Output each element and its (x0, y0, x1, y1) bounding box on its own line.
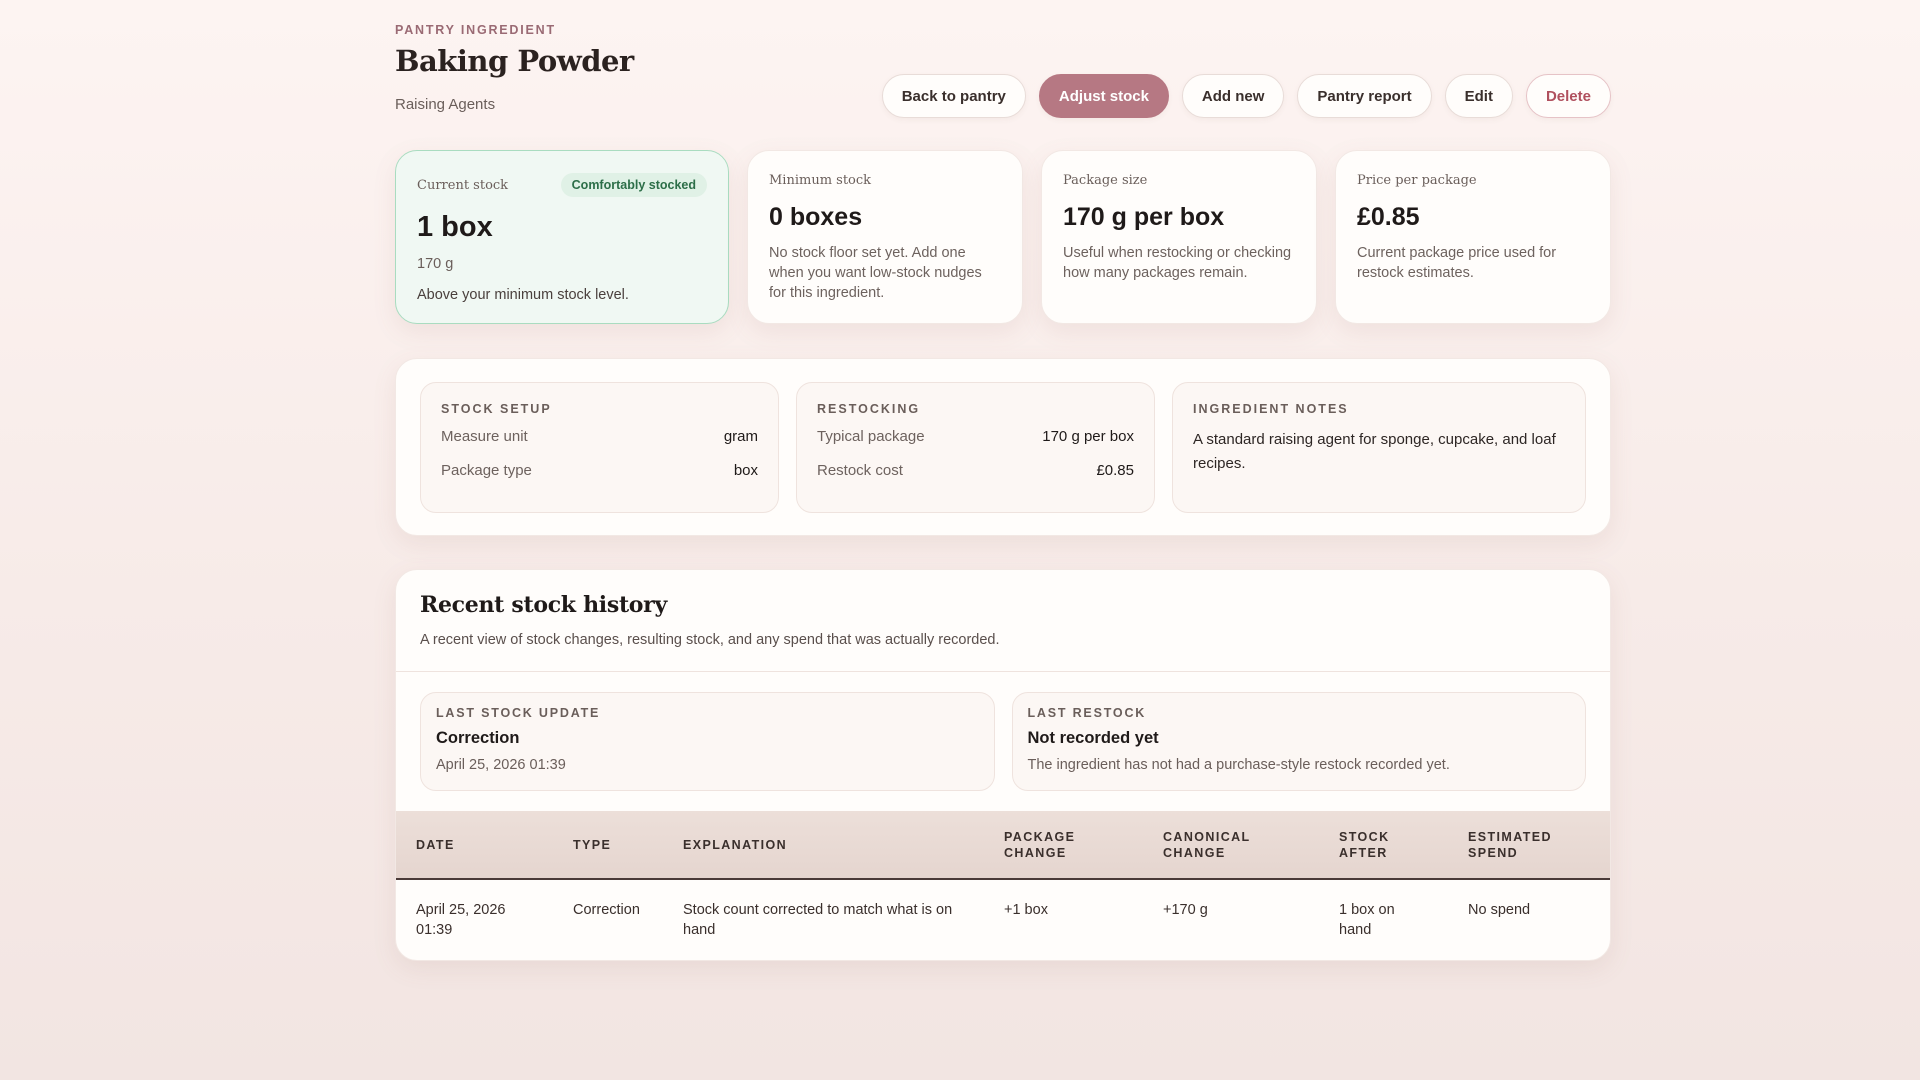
package-size-desc: Useful when restocking or checking how m… (1063, 245, 1292, 281)
package-type-label: Package type (441, 462, 532, 479)
column-header: STOCK AFTER (1319, 811, 1448, 880)
pantry-report-button[interactable]: Pantry report (1297, 74, 1432, 118)
history-summary: LAST STOCK UPDATE Correction April 25, 2… (396, 672, 1610, 811)
ingredient-page: PANTRY INGREDIENT Baking Powder Raising … (395, 0, 1611, 961)
cell-estimated-spend: No spend (1468, 902, 1531, 918)
package-type-value: box (733, 462, 758, 479)
last-restock-label: LAST RESTOCK (1027, 706, 1147, 720)
column-header: PACKAGE CHANGE (984, 811, 1143, 880)
history-title: Recent stock history (420, 592, 667, 618)
last-update-value: Correction (436, 729, 520, 747)
package-size-card: Package size 170 g per box Useful when r… (1041, 150, 1317, 324)
measure-unit-row: Measure unit gram (441, 428, 758, 445)
measure-unit-label: Measure unit (441, 428, 528, 445)
typical-package-label: Typical package (817, 428, 925, 445)
table-row: April 25, 2026 01:39 Correction Stock co… (396, 879, 1610, 940)
cell-date: April 25, 2026 01:39 (416, 902, 506, 938)
history-table: DATE TYPE EXPLANATION PACKAGE CHANGE CAN… (396, 811, 1610, 940)
ingredient-category: Raising Agents (395, 96, 496, 113)
column-header: CANONICAL CHANGE (1143, 811, 1319, 880)
column-header: TYPE (553, 811, 663, 880)
add-new-button[interactable]: Add new (1181, 74, 1285, 118)
column-header: EXPLANATION (663, 811, 984, 880)
current-stock-note: Above your minimum stock level. (417, 287, 629, 303)
price-card: Price per package £0.85 Current package … (1335, 150, 1611, 324)
cell-type: Correction (573, 902, 640, 918)
edit-button[interactable]: Edit (1444, 74, 1513, 118)
section-title: STOCK SETUP (441, 402, 552, 416)
package-size-label: Package size (1063, 173, 1148, 188)
ingredient-notes-text: A standard raising agent for sponge, cup… (1193, 431, 1556, 472)
restock-cost-value: £0.85 (1096, 462, 1134, 479)
stock-status-badge: Comfortably stocked (560, 173, 707, 197)
cell-package-change: +1 box (1004, 902, 1048, 918)
section-title: INGREDIENT NOTES (1193, 402, 1349, 416)
last-update-date: April 25, 2026 01:39 (436, 757, 566, 773)
minimum-stock-desc: No stock floor set yet. Add one when you… (769, 245, 982, 301)
section-title: RESTOCKING (817, 402, 921, 416)
price-label: Price per package (1357, 173, 1477, 188)
last-restock-meta: The ingredient has not had a purchase-st… (1027, 757, 1450, 773)
typical-package-row: Typical package 170 g per box (817, 428, 1134, 445)
package-size-value: 170 g per box (1063, 203, 1225, 231)
page-title: Baking Powder (395, 44, 634, 78)
current-stock-amount: 170 g (417, 256, 454, 272)
restock-cost-row: Restock cost £0.85 (817, 462, 1134, 479)
minimum-stock-value: 0 boxes (769, 203, 863, 231)
cell-stock-after: 1 box on hand (1339, 902, 1395, 938)
history-header: Recent stock history A recent view of st… (396, 570, 1610, 672)
last-update-label: LAST STOCK UPDATE (436, 706, 601, 720)
package-type-row: Package type box (441, 462, 758, 479)
minimum-stock-label: Minimum stock (769, 173, 872, 188)
stock-history-panel: Recent stock history A recent view of st… (395, 569, 1611, 961)
back-to-pantry-button[interactable]: Back to pantry (881, 74, 1026, 118)
table-header-row: DATE TYPE EXPLANATION PACKAGE CHANGE CAN… (396, 811, 1610, 880)
last-restock-card: LAST RESTOCK Not recorded yet The ingred… (1011, 692, 1586, 791)
history-description: A recent view of stock changes, resultin… (420, 632, 1000, 648)
setup-panel: STOCK SETUP Measure unit gram Package ty… (395, 358, 1611, 536)
current-stock-card: Current stock Comfortably stocked 1 box … (395, 150, 729, 324)
stat-cards: Current stock Comfortably stocked 1 box … (395, 150, 1611, 324)
adjust-stock-button[interactable]: Adjust stock (1038, 74, 1169, 118)
last-restock-value: Not recorded yet (1027, 729, 1159, 747)
restock-cost-label: Restock cost (817, 462, 903, 479)
last-stock-update-card: LAST STOCK UPDATE Correction April 25, 2… (420, 692, 995, 791)
page-eyebrow: PANTRY INGREDIENT (395, 23, 556, 37)
measure-unit-value: gram (723, 428, 758, 445)
cell-canonical-change: +170 g (1163, 902, 1208, 918)
action-bar: Back to pantry Adjust stock Add new Pant… (881, 74, 1611, 118)
ingredient-notes-section: INGREDIENT NOTES A standard raising agen… (1172, 382, 1586, 513)
current-stock-label: Current stock (417, 177, 509, 193)
delete-button[interactable]: Delete (1525, 74, 1611, 118)
column-header: ESTIMATED SPEND (1448, 811, 1610, 880)
price-value: £0.85 (1357, 203, 1420, 231)
current-stock-value: 1 box (417, 211, 493, 243)
minimum-stock-card: Minimum stock 0 boxes No stock floor set… (747, 150, 1023, 324)
page-header: PANTRY INGREDIENT Baking Powder Raising … (395, 0, 1611, 150)
cell-explanation: Stock count corrected to match what is o… (683, 902, 953, 938)
price-desc: Current package price used for restock e… (1357, 245, 1557, 281)
typical-package-value: 170 g per box (1042, 428, 1134, 445)
restocking-section: RESTOCKING Typical package 170 g per box… (796, 382, 1155, 513)
column-header: DATE (396, 811, 553, 880)
stock-setup-section: STOCK SETUP Measure unit gram Package ty… (420, 382, 779, 513)
